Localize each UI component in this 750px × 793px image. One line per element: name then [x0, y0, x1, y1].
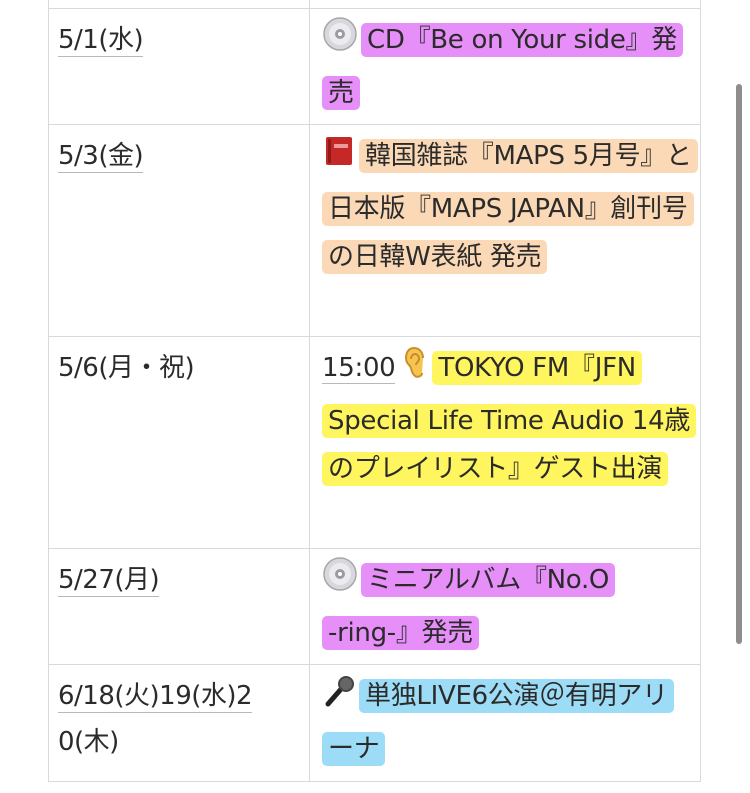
- table-row-event: 韓国雑誌『MAPS 5月号』と日本版『MAPS JAPAN』創刊号の日韓W表紙 …: [322, 132, 698, 282]
- table-row-event: 単独LIVE6公演＠有明アリーナ: [322, 672, 674, 773]
- date-text[interactable]: 6/18(火)19(水)2: [58, 681, 253, 713]
- row-divider: [48, 124, 701, 125]
- table-row-date: 5/3(金): [58, 133, 144, 179]
- table-row-event: CD『Be on Your side』発売: [322, 16, 692, 117]
- book-icon: [322, 134, 356, 185]
- row-divider: [48, 781, 701, 782]
- table-row-event: 15:00 TOKYO FM『JFN Special Life Time Aud…: [322, 344, 697, 494]
- date-text[interactable]: 5/1(水): [58, 25, 144, 57]
- event-text: 韓国雑誌『MAPS 5月号』と日本版『MAPS JAPAN』創刊号の日韓W表紙 …: [322, 139, 698, 274]
- table-row-date: 5/27(月): [58, 557, 160, 603]
- event-text: CD『Be on Your side』発売: [322, 23, 683, 110]
- event-text: 単独LIVE6公演＠有明アリーナ: [322, 679, 674, 766]
- table-row-date: 6/18(火)19(水)2 0(木): [58, 673, 303, 765]
- event-text: ミニアルバム『No.O -ring-』発売: [322, 563, 616, 650]
- row-divider: [48, 548, 701, 549]
- row-divider: [48, 336, 701, 337]
- event-time[interactable]: 15:00: [322, 353, 396, 384]
- scrollbar[interactable]: [736, 84, 742, 644]
- date-text: 5/6(月・祝): [58, 353, 195, 383]
- cd-icon: [322, 16, 358, 69]
- ear-icon: [403, 346, 429, 397]
- date-text[interactable]: 5/3(金): [58, 141, 144, 173]
- row-divider: [48, 664, 701, 665]
- table-row-date: 5/1(水): [58, 17, 144, 63]
- microphone-icon: [322, 674, 356, 725]
- cd-icon: [322, 556, 358, 609]
- table-row-date: 5/6(月・祝): [58, 345, 195, 391]
- date-text: 0(木): [58, 727, 119, 757]
- table-row-event: ミニアルバム『No.O -ring-』発売: [322, 556, 622, 657]
- date-text[interactable]: 5/27(月): [58, 565, 160, 597]
- row-divider: [48, 8, 701, 9]
